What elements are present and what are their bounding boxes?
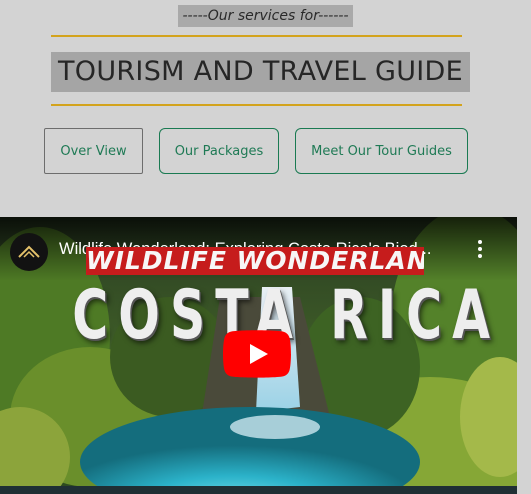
subtitle-wrap: -----Our services for------ [0,5,531,27]
title-wrap: TOURISM AND TRAVEL GUIDE [0,52,521,92]
page-title: TOURISM AND TRAVEL GUIDE [50,52,471,92]
video-player[interactable]: Wildlife Wonderland: Exploring Costa Ric… [0,217,517,494]
services-subtitle: -----Our services for------ [178,5,353,27]
channel-avatar[interactable] [10,233,48,271]
channel-logo-icon [18,245,40,258]
packages-button[interactable]: Our Packages [159,128,279,174]
overview-button[interactable]: Over View [44,128,143,174]
player-bottom-bar [0,486,517,494]
thumbnail-banner: WILDLIFE WONDERLAND [86,247,424,275]
top-divider [51,35,462,37]
more-options-icon[interactable] [470,237,490,261]
play-button-icon[interactable] [223,330,291,378]
bottom-divider [51,104,462,106]
tour-guides-button[interactable]: Meet Our Tour Guides [295,128,468,174]
